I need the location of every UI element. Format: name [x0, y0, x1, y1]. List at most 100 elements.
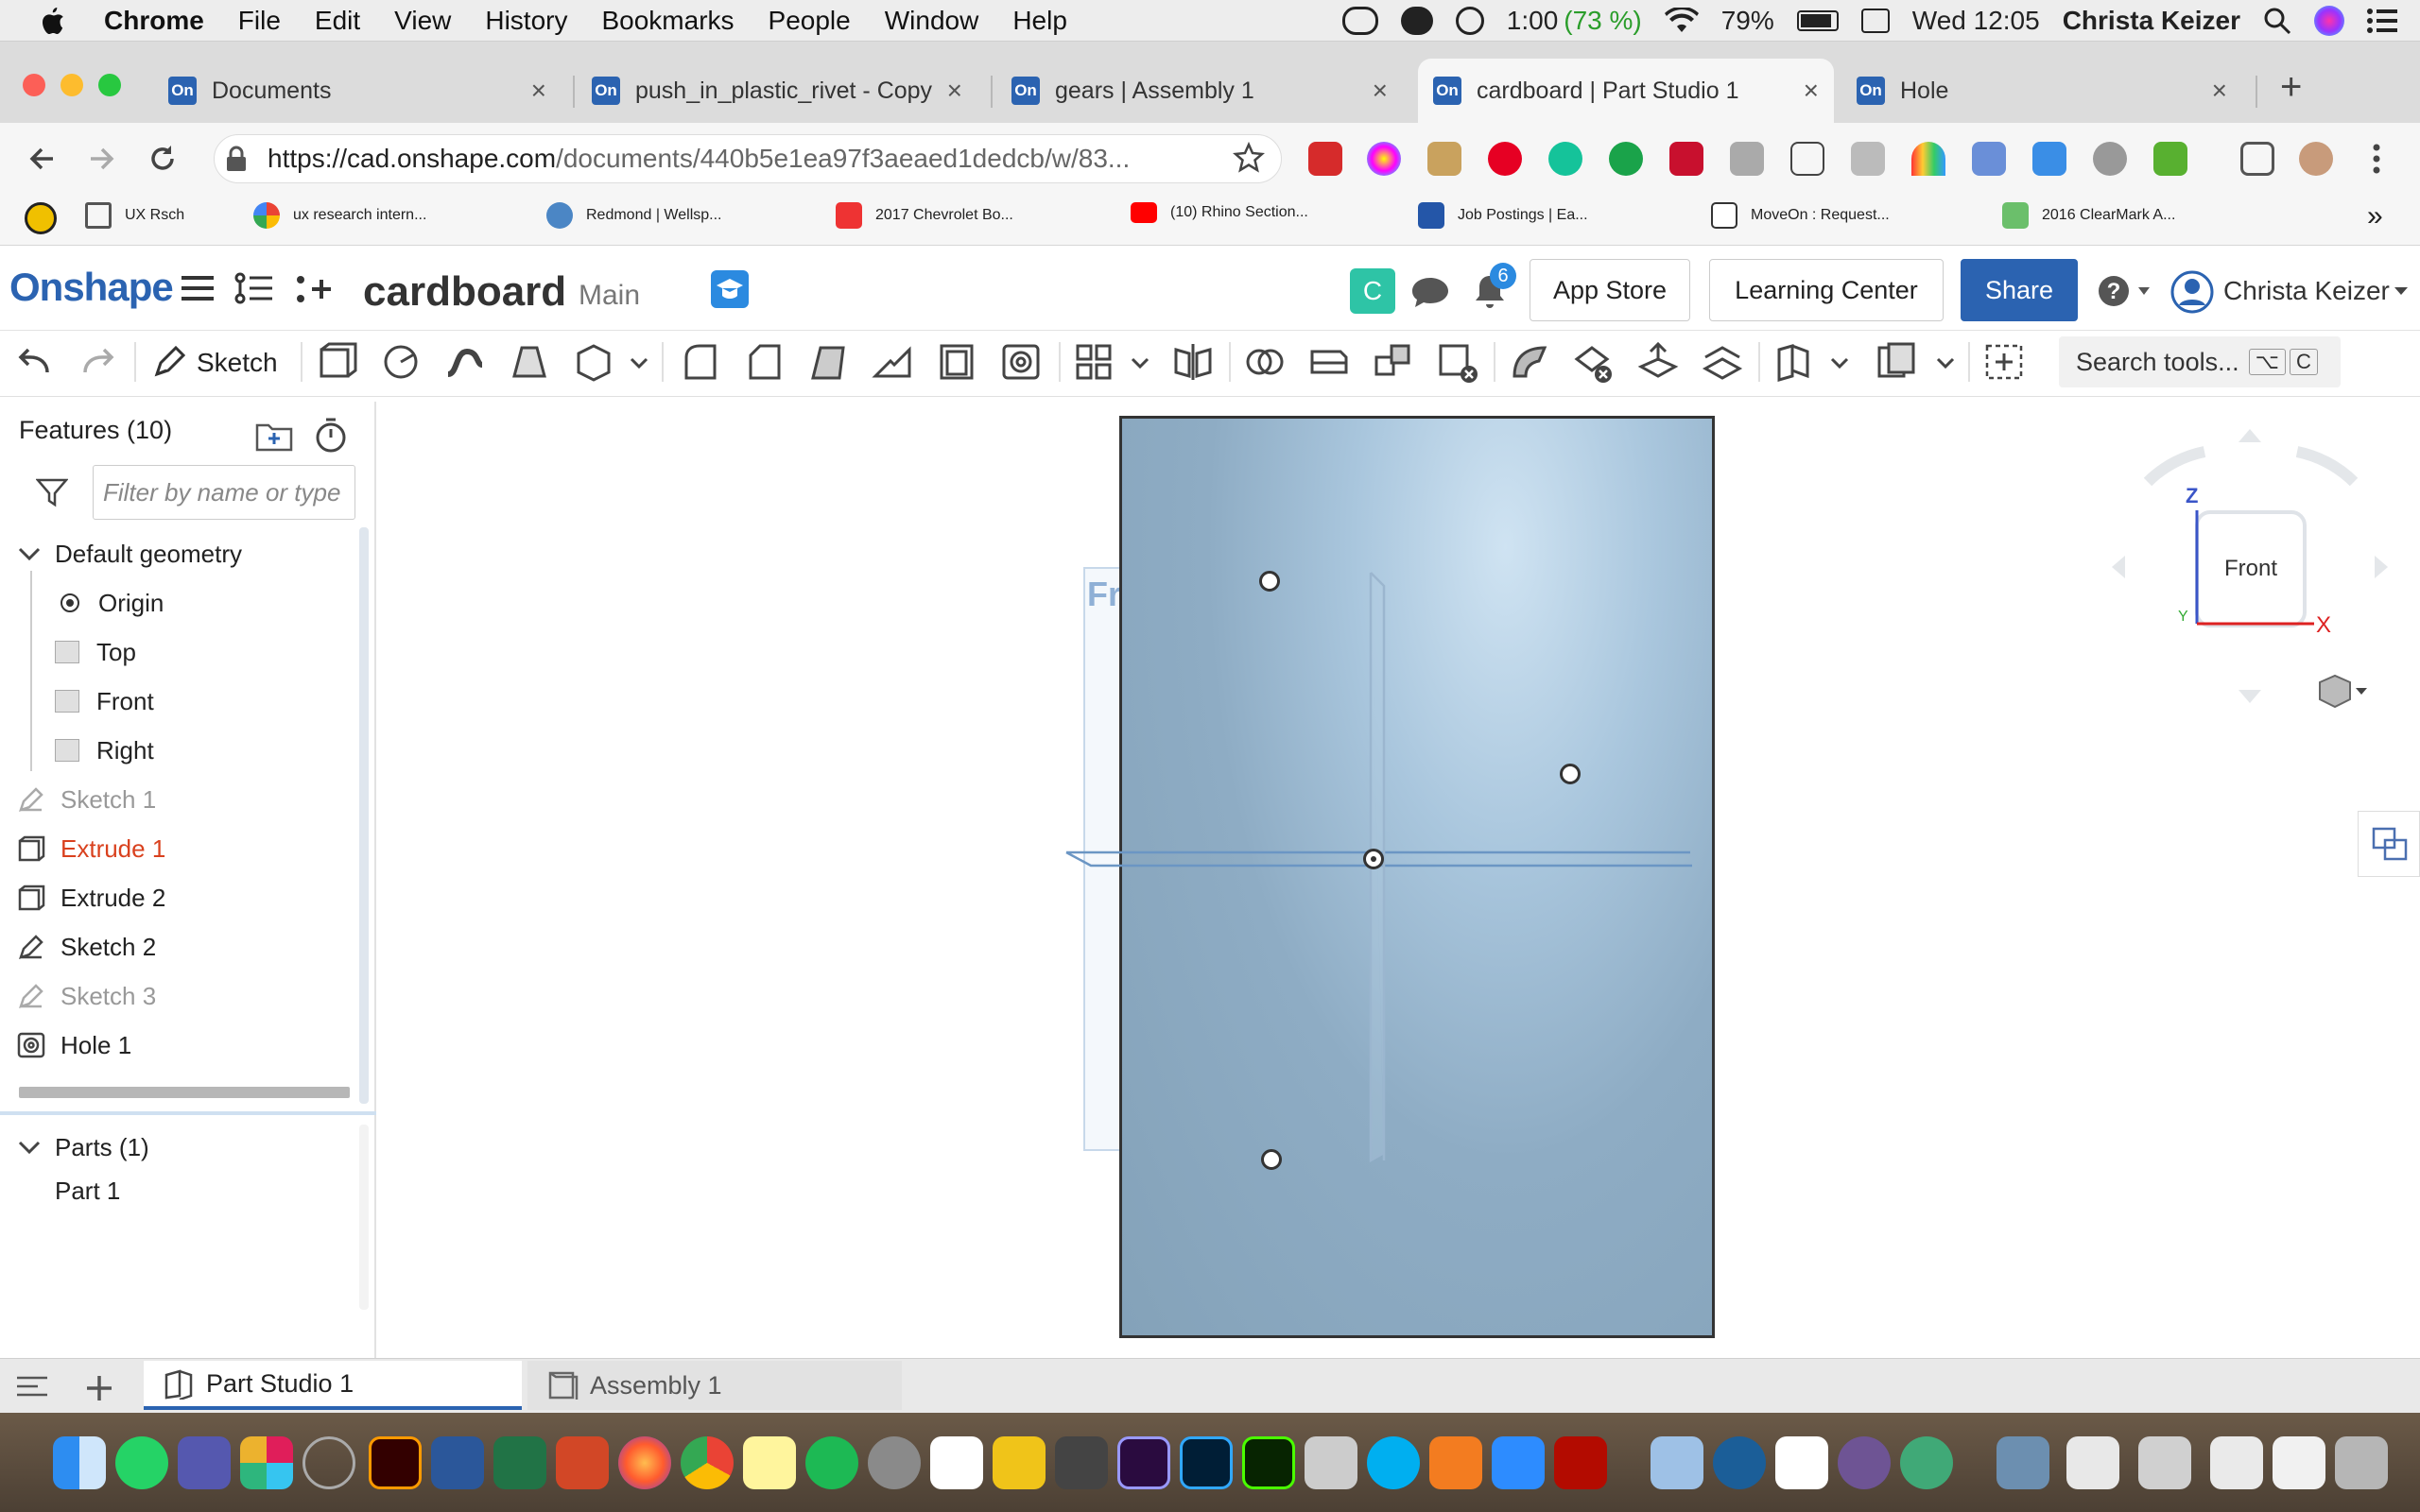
atom-icon[interactable] — [1900, 1436, 1953, 1489]
extension-colorpicker-icon[interactable] — [1367, 142, 1401, 176]
extension-pause-icon[interactable] — [1609, 142, 1643, 176]
draft-icon[interactable] — [807, 340, 849, 384]
downloads-stack-icon[interactable] — [1996, 1436, 2049, 1489]
user-menu-chevron-icon[interactable] — [2394, 285, 2409, 297]
loft-icon[interactable] — [509, 340, 550, 384]
sheet-metal-icon[interactable] — [1773, 340, 1815, 384]
add-custom-feature-icon[interactable] — [1983, 340, 2025, 384]
window-minimize-button[interactable] — [60, 74, 83, 96]
browser-tab-documents[interactable]: On Documents × — [153, 59, 562, 123]
feature-extrude-1[interactable]: Extrude 1 — [17, 826, 165, 871]
fillet-icon[interactable] — [679, 340, 720, 384]
apple-icon[interactable] — [38, 6, 66, 36]
whatsapp-icon[interactable] — [115, 1436, 168, 1489]
learning-graduation-icon[interactable] — [711, 270, 749, 308]
spotify-icon[interactable] — [805, 1436, 858, 1489]
move-face-icon[interactable] — [1637, 340, 1679, 384]
profile-avatar[interactable] — [2299, 142, 2333, 176]
document-name[interactable]: cardboard — [363, 268, 566, 316]
bookmarks-overflow-button[interactable]: » — [2367, 200, 2383, 232]
hole-point[interactable] — [1259, 571, 1280, 592]
parts-scrollbar[interactable] — [359, 1125, 369, 1310]
bookmark-job-postings[interactable]: Job Postings | Ea... — [1418, 202, 1588, 229]
extension-face-icon[interactable] — [1427, 142, 1461, 176]
dropdown-chevron-icon[interactable] — [1129, 340, 1151, 384]
delete-part-icon[interactable] — [1437, 340, 1478, 384]
back-icon[interactable] — [25, 142, 59, 176]
system-preferences-icon[interactable] — [868, 1436, 921, 1489]
extension-rainbow-icon[interactable] — [1911, 142, 1945, 176]
windows-stack-icon[interactable] — [2210, 1436, 2263, 1489]
reload-icon[interactable] — [146, 142, 180, 176]
extension-grammarly-icon[interactable] — [1548, 142, 1582, 176]
bookmark-chevrolet[interactable]: 2017 Chevrolet Bo... — [836, 202, 1013, 229]
help-question-icon[interactable] — [302, 1436, 355, 1489]
documents-stack-icon[interactable] — [2066, 1436, 2119, 1489]
extension-formula-icon[interactable] — [1790, 142, 1824, 176]
feature-plane-right[interactable]: Right — [55, 728, 154, 773]
dreamweaver-icon[interactable] — [1242, 1436, 1295, 1489]
dropdown-chevron-icon[interactable] — [1828, 340, 1851, 384]
search-tools-input[interactable]: Search tools... ⌥ C — [2059, 336, 2341, 387]
boolean-icon[interactable] — [1244, 340, 1286, 384]
feature-plane-front[interactable]: Front — [55, 679, 154, 724]
bookmark-star-icon[interactable] — [1233, 142, 1265, 174]
hamburger-menu-icon[interactable] — [182, 274, 214, 302]
user-avatar-icon[interactable] — [2170, 270, 2214, 314]
doc-tab-part-studio[interactable]: Part Studio 1 — [144, 1361, 522, 1410]
menu-file[interactable]: File — [238, 6, 281, 36]
feature-sketch-1[interactable]: Sketch 1 — [17, 777, 156, 822]
bookmark-redmond[interactable]: Redmond | Wellsp... — [546, 202, 721, 229]
feature-filter-input[interactable]: Filter by name or type — [93, 465, 355, 520]
mirror-icon[interactable] — [1172, 340, 1214, 384]
teams-icon[interactable] — [178, 1436, 231, 1489]
skype-icon[interactable] — [1367, 1436, 1420, 1489]
photoshop-icon[interactable] — [1180, 1436, 1233, 1489]
tab-close-icon[interactable]: × — [2212, 76, 2227, 106]
illustrator-icon[interactable] — [369, 1436, 422, 1489]
header-user-name[interactable]: Christa Keizer — [2223, 276, 2390, 306]
menu-app-name[interactable]: Chrome — [104, 6, 204, 36]
feature-hole-1[interactable]: Hole 1 — [17, 1022, 131, 1068]
pattern-icon[interactable] — [1074, 340, 1115, 384]
doc-tab-assembly[interactable]: Assembly 1 — [527, 1361, 902, 1410]
battery-icon[interactable] — [1796, 10, 1839, 31]
default-geometry-folder[interactable]: Default geometry — [17, 531, 242, 576]
address-bar[interactable]: https://cad.onshape.com /documents/440b5… — [214, 134, 1282, 183]
keyboard-viewer-icon[interactable] — [1860, 9, 1890, 33]
view-mode-cube-icon[interactable] — [2316, 673, 2369, 711]
insert-part-icon[interactable] — [295, 272, 333, 306]
dropdown-chevron-icon[interactable] — [1934, 340, 1957, 384]
extension-play-icon[interactable] — [1669, 142, 1703, 176]
menu-view[interactable]: View — [394, 6, 451, 36]
notes-icon[interactable] — [743, 1436, 796, 1489]
browser-tab-gears[interactable]: On gears | Assembly 1 × — [996, 59, 1403, 123]
tab-close-icon[interactable]: × — [1804, 76, 1819, 106]
screenshots-stack-icon[interactable] — [2138, 1436, 2191, 1489]
bookmark-ux-rsch[interactable]: UX Rsch — [85, 202, 184, 229]
c-badge[interactable]: C — [1350, 268, 1395, 314]
rhino-icon[interactable] — [1305, 1436, 1357, 1489]
bookmark-clearmark[interactable]: 2016 ClearMark A... — [2002, 202, 2175, 229]
github-icon[interactable] — [1838, 1436, 1891, 1489]
notification-center-icon[interactable] — [2367, 9, 2397, 33]
battery-percent[interactable]: 79% — [1721, 6, 1774, 36]
chrome-menu-icon[interactable] — [2369, 142, 2384, 176]
app-store-button[interactable]: App Store — [1530, 259, 1690, 321]
tab-list-icon[interactable] — [15, 1372, 49, 1400]
transform-icon[interactable] — [1373, 340, 1414, 384]
add-tab-icon[interactable] — [83, 1372, 115, 1404]
bookmark-moveon[interactable]: MoveOn : Request... — [1711, 202, 1890, 229]
version-graph-icon[interactable] — [234, 272, 274, 304]
bookmark-rhino[interactable]: (10) Rhino Section... — [1131, 202, 1308, 223]
battery-time-icon[interactable] — [1455, 7, 1484, 35]
menu-user[interactable]: Christa Keizer — [2063, 6, 2240, 36]
parts-folder[interactable]: Parts (1) — [17, 1125, 149, 1170]
extension-pinterest-icon[interactable] — [1488, 142, 1522, 176]
feature-plane-top[interactable]: Top — [55, 629, 136, 675]
menu-history[interactable]: History — [485, 6, 567, 36]
rollback-bar[interactable] — [19, 1087, 350, 1098]
menu-edit[interactable]: Edit — [315, 6, 360, 36]
plane-icon[interactable] — [1876, 340, 1917, 384]
feature-extrude-2[interactable]: Extrude 2 — [17, 875, 165, 920]
